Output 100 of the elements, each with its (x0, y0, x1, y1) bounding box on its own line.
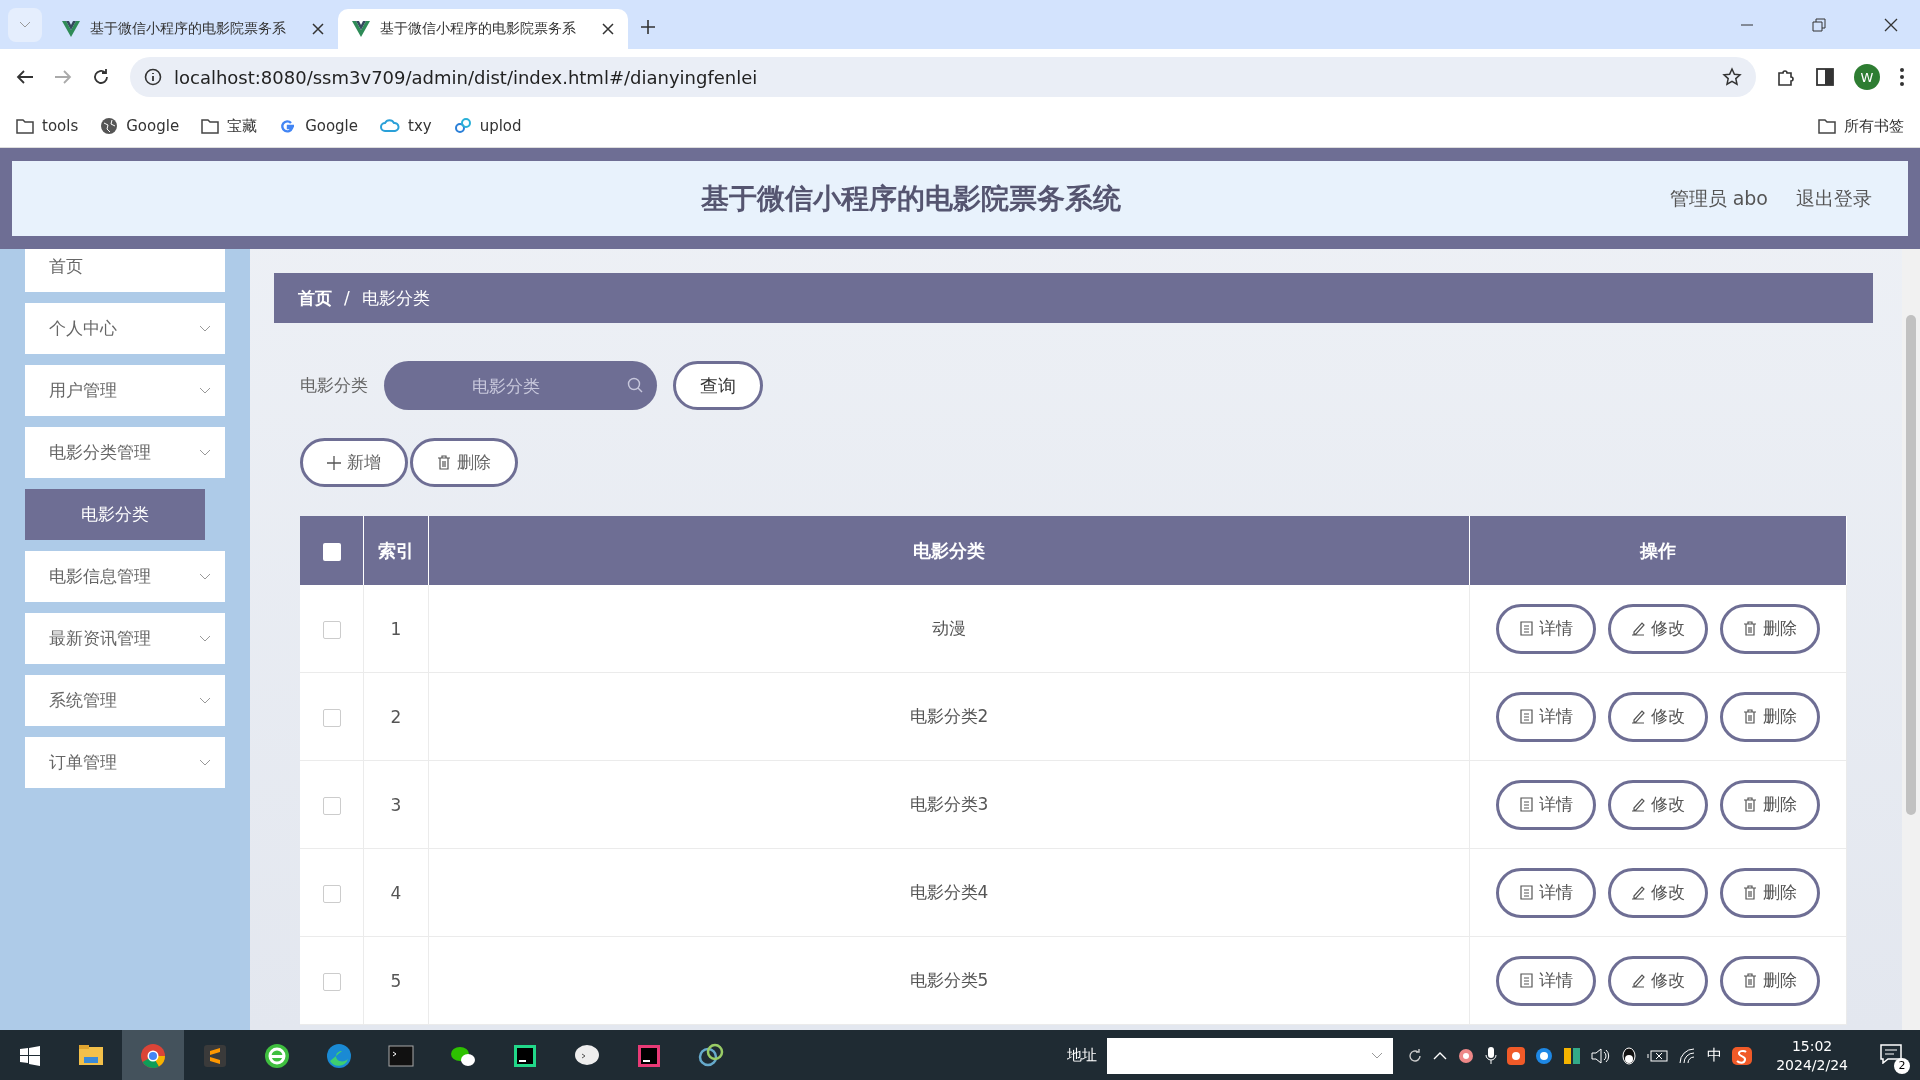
scrollbar[interactable] (1902, 249, 1920, 1030)
battery-icon[interactable] (1647, 1048, 1670, 1063)
notification-count: 2 (1894, 1057, 1910, 1074)
chevron-down-icon (199, 448, 211, 457)
clock-date[interactable]: 2024/2/24 (1776, 1055, 1848, 1074)
bookmark[interactable]: txy (380, 117, 432, 135)
close-icon[interactable] (1884, 18, 1898, 32)
address-label: 地址 (1067, 1046, 1098, 1065)
document-icon (1519, 973, 1533, 988)
menu-item[interactable]: 首页 (25, 249, 225, 292)
row-checkbox[interactable] (322, 972, 341, 991)
add-button[interactable]: 新增 (300, 438, 408, 487)
sogou-icon[interactable] (1732, 1046, 1753, 1065)
refresh-icon[interactable] (1407, 1047, 1424, 1064)
user-label: 管理员 abo (1669, 185, 1768, 211)
folder-icon (1818, 118, 1836, 134)
back-icon[interactable] (16, 69, 34, 85)
table-cell: 1 (363, 585, 429, 673)
bookmark[interactable]: uplod (453, 117, 522, 135)
menu-item[interactable]: 电影信息管理 (25, 551, 225, 602)
menu-item[interactable]: 最新资讯管理 (25, 613, 225, 664)
address-bar[interactable]: localhost:8080/ssm3v709/admin/dist/index.html#/dianyingfenlei (130, 57, 1756, 97)
edit-button[interactable]: 修改 (1608, 867, 1708, 918)
detail-button[interactable]: 详情 (1496, 691, 1596, 742)
windows-start-icon[interactable] (20, 1045, 40, 1066)
chevron-down-icon (199, 324, 211, 333)
detail-button[interactable]: 详情 (1496, 603, 1596, 654)
document-icon (1519, 885, 1533, 900)
trash-icon (1743, 885, 1757, 900)
edit-button[interactable]: 修改 (1608, 603, 1708, 654)
bookmark[interactable]: Google (279, 117, 359, 135)
close-icon[interactable] (602, 23, 614, 35)
browser-tab[interactable]: 基于微信小程序的电影院票务系 (338, 9, 628, 49)
logout-link[interactable]: 退出登录 (1796, 185, 1872, 212)
menu-item[interactable]: 订单管理 (25, 737, 225, 788)
penguin-icon[interactable] (1621, 1046, 1638, 1065)
menu-item[interactable]: 用户管理 (25, 365, 225, 416)
star-icon[interactable] (1722, 67, 1742, 87)
restore-icon[interactable] (1812, 18, 1826, 32)
delete-button[interactable]: 删除 (1720, 867, 1820, 918)
clock-time[interactable]: 15:02 (1791, 1037, 1833, 1056)
chevron-up-icon[interactable] (1433, 1050, 1448, 1061)
chevron-down-icon (199, 634, 211, 643)
edit-button[interactable]: 修改 (1608, 955, 1708, 1006)
delete-button[interactable]: 删除 (1720, 779, 1820, 830)
new-tab-icon[interactable] (640, 19, 656, 35)
bookmark[interactable]: Google (100, 117, 180, 135)
address-field[interactable] (1107, 1037, 1394, 1074)
app-tray-icon[interactable] (1535, 1046, 1554, 1065)
delete-button[interactable]: 删除 (1720, 955, 1820, 1006)
delete-button[interactable]: 删除 (1720, 691, 1820, 742)
edit-button[interactable]: 修改 (1608, 691, 1708, 742)
close-icon[interactable] (312, 23, 324, 35)
delete-button[interactable]: 删除 (1720, 603, 1820, 654)
table-cell: 4 (363, 848, 429, 937)
row-checkbox[interactable] (322, 884, 341, 903)
row-checkbox[interactable] (322, 620, 341, 639)
ime-indicator[interactable]: 中 (1707, 1046, 1723, 1065)
column-header: 操作 (1469, 516, 1847, 585)
app-tray-icon[interactable] (1563, 1046, 1582, 1065)
reload-icon[interactable] (92, 68, 110, 86)
folder-icon (201, 118, 220, 134)
speaker-icon[interactable] (1591, 1047, 1612, 1064)
detail-button[interactable]: 详情 (1496, 779, 1596, 830)
bookmark[interactable]: tools (16, 117, 79, 135)
app-tray-icon[interactable] (1507, 1046, 1526, 1065)
more-icon[interactable] (1900, 68, 1904, 86)
puzzle-icon[interactable] (1776, 67, 1796, 87)
side-panel-icon[interactable] (1816, 68, 1834, 86)
query-button[interactable]: 查询 (673, 361, 763, 410)
trash-icon (437, 455, 451, 470)
menu-item[interactable]: 电影分类管理 (25, 427, 225, 478)
breadcrumb-item[interactable]: 电影分类 (361, 286, 430, 310)
browser-tab[interactable]: 基于微信小程序的电影院票务系 (48, 9, 338, 49)
breadcrumb-item[interactable]: 首页 (298, 286, 332, 310)
document-icon (1519, 797, 1533, 812)
chevron-down-icon (199, 386, 211, 395)
bookmark[interactable]: 宝藏 (201, 116, 258, 136)
delete-button[interactable]: 删除 (410, 438, 518, 487)
v-logo-icon (62, 21, 80, 37)
all-bookmarks[interactable]: 所有书签 (1818, 116, 1904, 136)
edit-button[interactable]: 修改 (1608, 779, 1708, 830)
search-field[interactable]: 电影分类 (384, 361, 657, 410)
search-label: 电影分类 (300, 374, 368, 397)
menu-item[interactable]: 个人中心 (25, 303, 225, 354)
detail-button[interactable]: 详情 (1496, 867, 1596, 918)
pencil-icon (1631, 621, 1645, 636)
submenu-item[interactable]: 电影分类 (25, 489, 205, 540)
flower-icon[interactable] (1457, 1046, 1476, 1065)
row-checkbox[interactable] (322, 796, 341, 815)
profile-avatar[interactable]: W (1854, 64, 1880, 90)
menu-item[interactable]: 系统管理 (25, 675, 225, 726)
pencil-icon (1631, 709, 1645, 724)
plus-icon (327, 455, 341, 470)
row-checkbox[interactable] (322, 708, 341, 727)
trash-icon (1743, 621, 1757, 636)
detail-button[interactable]: 详情 (1496, 955, 1596, 1006)
trash-icon (1743, 973, 1757, 988)
select-all-checkbox[interactable] (322, 543, 341, 561)
microphone-icon[interactable] (1485, 1046, 1498, 1065)
